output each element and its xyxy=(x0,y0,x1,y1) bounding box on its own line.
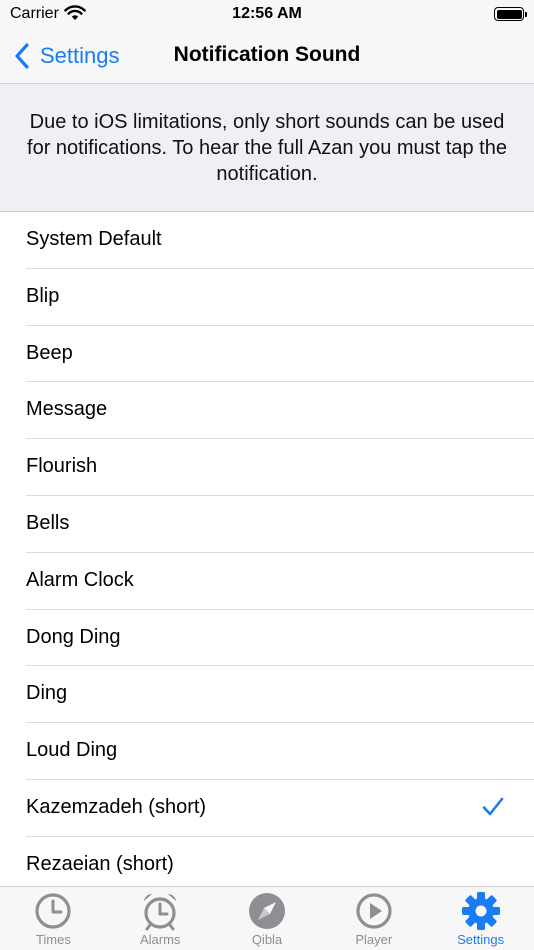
notice-banner: Due to iOS limitations, only short sound… xyxy=(0,84,534,212)
tab-player[interactable]: Player xyxy=(320,887,427,950)
sound-option-label: Message xyxy=(26,398,108,421)
tab-label: Qibla xyxy=(251,932,283,947)
battery-icon xyxy=(494,7,527,21)
sound-option-label: Loud Ding xyxy=(26,739,118,762)
tab-times[interactable]: Times xyxy=(0,887,107,950)
sound-option-row[interactable]: Blip xyxy=(0,269,534,326)
sound-option-label: Dong Ding xyxy=(26,625,121,648)
status-bar: Carrier 12:56 AM xyxy=(0,0,534,30)
sound-option-label: Flourish xyxy=(26,455,98,478)
sound-option-label: Rezaeian (short) xyxy=(26,852,174,875)
sound-option-row[interactable]: Ding xyxy=(0,666,534,723)
page-title: Notification Sound xyxy=(173,43,361,66)
tab-bar: Times Alarms Qibla Player Settings xyxy=(0,886,534,950)
clock-icon xyxy=(35,893,71,929)
sound-option-row[interactable]: Message xyxy=(0,382,534,439)
sound-option-row[interactable]: Beep xyxy=(0,326,534,383)
tab-label: Settings xyxy=(457,932,505,947)
sound-option-row[interactable]: Alarm Clock xyxy=(0,553,534,610)
gear-icon xyxy=(461,892,500,930)
sound-option-label: Beep xyxy=(26,341,73,364)
tab-label: Alarms xyxy=(139,932,181,947)
tab-label: Times xyxy=(35,932,71,947)
play-icon xyxy=(356,893,392,929)
sound-option-label: Kazemzadeh (short) xyxy=(26,795,207,818)
alarm-clock-icon xyxy=(144,893,177,931)
sound-option-label: System Default xyxy=(26,228,162,250)
navigation-bar: Settings Notification Sound xyxy=(0,30,534,84)
notice-text: Due to iOS limitations, only short sound… xyxy=(27,110,507,185)
sound-option-row[interactable]: Rezaeian (short) xyxy=(0,837,534,886)
checkmark-icon xyxy=(482,797,504,816)
sound-option-row[interactable]: Loud Ding xyxy=(0,723,534,780)
sound-option-label: Alarm Clock xyxy=(26,568,134,591)
sound-list: System Default Blip Beep Message Flourish Bel… xyxy=(0,212,534,886)
sound-option-row[interactable]: System Default xyxy=(0,212,534,269)
sound-option-label: Bells xyxy=(26,511,70,534)
sound-option-row[interactable]: Kazemzadeh (short) xyxy=(0,780,534,837)
tab-label: Player xyxy=(355,932,393,947)
sound-option-row[interactable]: Flourish xyxy=(0,439,534,496)
sound-option-label: Ding xyxy=(26,682,68,705)
compass-icon xyxy=(248,893,285,929)
tab-qibla[interactable]: Qibla xyxy=(214,887,321,950)
tab-alarms[interactable]: Alarms xyxy=(107,887,214,950)
sound-option-row[interactable]: Dong Ding xyxy=(0,610,534,667)
status-time: 12:56 AM xyxy=(232,5,302,22)
tab-settings[interactable]: Settings xyxy=(427,887,534,950)
sound-option-row[interactable]: Bells xyxy=(0,496,534,553)
sound-option-label: Blip xyxy=(26,284,60,307)
